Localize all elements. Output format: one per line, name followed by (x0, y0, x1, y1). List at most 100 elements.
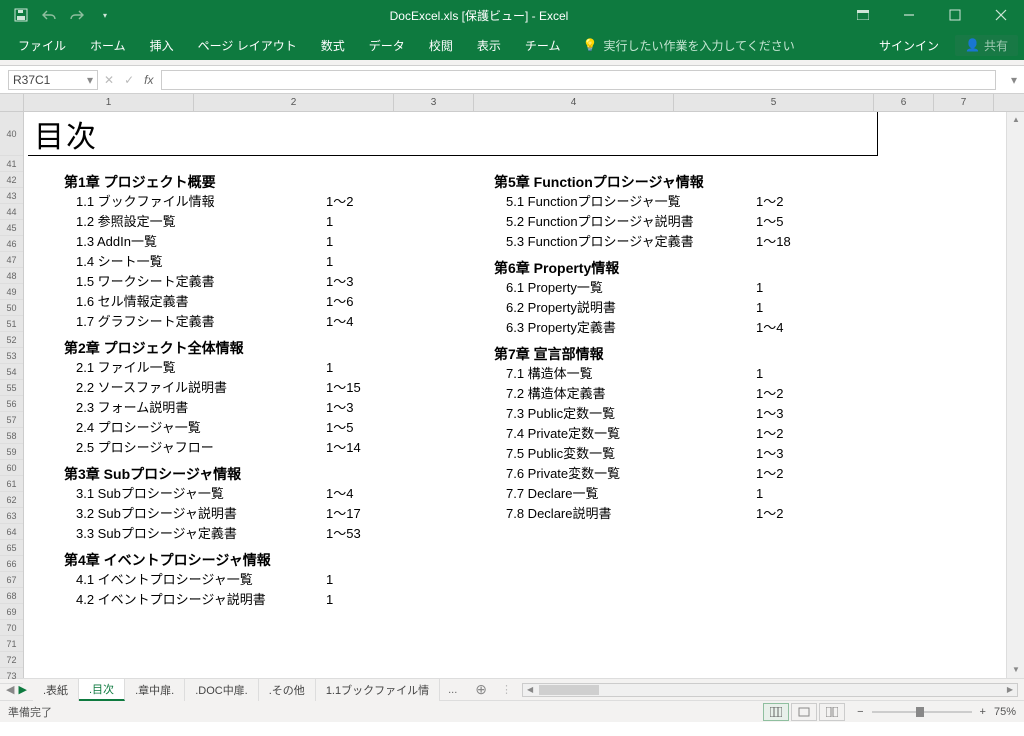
sheet-tab[interactable]: 1.1ブックファイル情 (316, 679, 440, 701)
tab-split-handle[interactable]: ⋮ (497, 683, 516, 696)
minimize-icon[interactable] (886, 0, 932, 30)
sheet-tab[interactable]: .章中扉. (125, 679, 185, 701)
sheet-tabs-more[interactable]: ... (440, 684, 465, 696)
row-header[interactable]: 57 (0, 412, 23, 428)
row-header[interactable]: 61 (0, 476, 23, 492)
formula-expand-icon[interactable]: ▾ (1004, 73, 1024, 87)
redo-icon[interactable] (64, 3, 90, 27)
view-page-break-icon[interactable] (819, 703, 845, 721)
row-header[interactable]: 71 (0, 636, 23, 652)
row-header[interactable]: 68 (0, 588, 23, 604)
row-header[interactable]: 62 (0, 492, 23, 508)
ribbon-tab-2[interactable]: 挿入 (138, 30, 186, 60)
close-icon[interactable] (978, 0, 1024, 30)
ribbon-tab-0[interactable]: ファイル (6, 30, 78, 60)
row-header[interactable]: 56 (0, 396, 23, 412)
row-header[interactable]: 43 (0, 188, 23, 204)
cancel-icon[interactable]: ✕ (104, 73, 114, 87)
row-header[interactable]: 47 (0, 252, 23, 268)
zoom-out-icon[interactable]: − (857, 706, 863, 718)
select-all-cell[interactable] (0, 94, 24, 111)
share-button[interactable]: 👤 共有 (955, 35, 1018, 56)
undo-icon[interactable] (36, 3, 62, 27)
share-icon: 👤 (965, 38, 980, 52)
row-header[interactable]: 66 (0, 556, 23, 572)
column-header[interactable]: 6 (874, 94, 934, 111)
row-header[interactable]: 64 (0, 524, 23, 540)
zoom-slider[interactable] (872, 711, 972, 713)
chevron-down-icon[interactable]: ▾ (87, 73, 93, 87)
row-header[interactable]: 50 (0, 300, 23, 316)
vertical-scrollbar[interactable]: ▲ ▼ (1006, 112, 1024, 678)
row-header[interactable]: 59 (0, 444, 23, 460)
sheet-tab[interactable]: .その他 (259, 679, 316, 701)
view-page-layout-icon[interactable] (791, 703, 817, 721)
hscroll-thumb[interactable] (539, 685, 599, 695)
name-box[interactable]: R37C1 ▾ (8, 70, 98, 90)
row-header[interactable]: 70 (0, 620, 23, 636)
row-header[interactable]: 73 (0, 668, 23, 684)
row-header[interactable]: 63 (0, 508, 23, 524)
row-header[interactable]: 45 (0, 220, 23, 236)
add-sheet-icon[interactable]: ⊕ (465, 681, 497, 698)
ribbon-tab-8[interactable]: チーム (513, 30, 573, 60)
tell-me[interactable]: 💡 実行したい作業を入力してください (582, 37, 794, 54)
row-header[interactable]: 52 (0, 332, 23, 348)
sheet-tab[interactable]: .目次 (79, 679, 125, 701)
sheet-tab[interactable]: .表紙 (33, 679, 79, 701)
column-header[interactable]: 4 (474, 94, 674, 111)
ribbon-tab-1[interactable]: ホーム (78, 30, 138, 60)
zoom-thumb[interactable] (916, 707, 924, 717)
formula-input[interactable] (161, 70, 996, 90)
column-header[interactable]: 5 (674, 94, 874, 111)
zoom-in-icon[interactable]: + (980, 706, 986, 718)
row-header[interactable]: 42 (0, 172, 23, 188)
save-icon[interactable] (8, 3, 34, 27)
row-header[interactable]: 51 (0, 316, 23, 332)
row-header[interactable]: 53 (0, 348, 23, 364)
row-header[interactable]: 55 (0, 380, 23, 396)
row-header[interactable]: 58 (0, 428, 23, 444)
ribbon-tab-4[interactable]: 数式 (309, 30, 357, 60)
row-header[interactable]: 49 (0, 284, 23, 300)
row-header[interactable]: 60 (0, 460, 23, 476)
row-header[interactable]: 54 (0, 364, 23, 380)
view-normal-icon[interactable] (763, 703, 789, 721)
ribbon-tab-7[interactable]: 表示 (465, 30, 513, 60)
enter-icon[interactable]: ✓ (124, 73, 134, 87)
fx-icon[interactable]: fx (144, 73, 153, 87)
toc-item-label: 5.1 Functionプロシージャ一覧 (506, 192, 756, 212)
row-header[interactable]: 46 (0, 236, 23, 252)
row-header[interactable]: 44 (0, 204, 23, 220)
horizontal-scrollbar[interactable]: ◀ ▶ (522, 683, 1018, 697)
tab-nav-next-icon[interactable]: ▶ (18, 683, 26, 696)
row-header[interactable]: 67 (0, 572, 23, 588)
row-header[interactable]: 48 (0, 268, 23, 284)
sheet-tab[interactable]: .DOC中扉. (185, 679, 259, 701)
row-header[interactable]: 69 (0, 604, 23, 620)
row-header[interactable]: 65 (0, 540, 23, 556)
scroll-right-icon[interactable]: ▶ (1003, 684, 1017, 696)
ribbon-display-icon[interactable] (840, 0, 886, 30)
column-header[interactable]: 2 (194, 94, 394, 111)
qat-customize-icon[interactable]: ▾ (92, 3, 118, 27)
row-header[interactable]: 72 (0, 652, 23, 668)
column-header[interactable]: 1 (24, 94, 194, 111)
row-header[interactable]: 41 (0, 156, 23, 172)
scroll-up-icon[interactable]: ▲ (1007, 112, 1024, 128)
row-header[interactable]: 40 (0, 112, 23, 156)
toc-item-pages: 1～5 (326, 418, 353, 438)
scroll-left-icon[interactable]: ◀ (523, 684, 537, 696)
tab-nav-prev-icon[interactable]: ◀ (6, 683, 14, 696)
ribbon-tab-6[interactable]: 校閲 (417, 30, 465, 60)
column-header[interactable]: 3 (394, 94, 474, 111)
maximize-icon[interactable] (932, 0, 978, 30)
signin-link[interactable]: サインイン (879, 37, 939, 54)
toc-item-label: 7.1 構造体一覧 (506, 364, 756, 384)
zoom-value[interactable]: 75% (994, 706, 1016, 718)
column-header[interactable]: 7 (934, 94, 994, 111)
ribbon-tab-5[interactable]: データ (357, 30, 417, 60)
ribbon-tab-3[interactable]: ページ レイアウト (186, 30, 309, 60)
scroll-down-icon[interactable]: ▼ (1007, 662, 1024, 678)
cells-area[interactable]: 目次 第1章 プロジェクト概要1.1 ブックファイル情報1～21.2 参照設定一… (24, 112, 1006, 678)
